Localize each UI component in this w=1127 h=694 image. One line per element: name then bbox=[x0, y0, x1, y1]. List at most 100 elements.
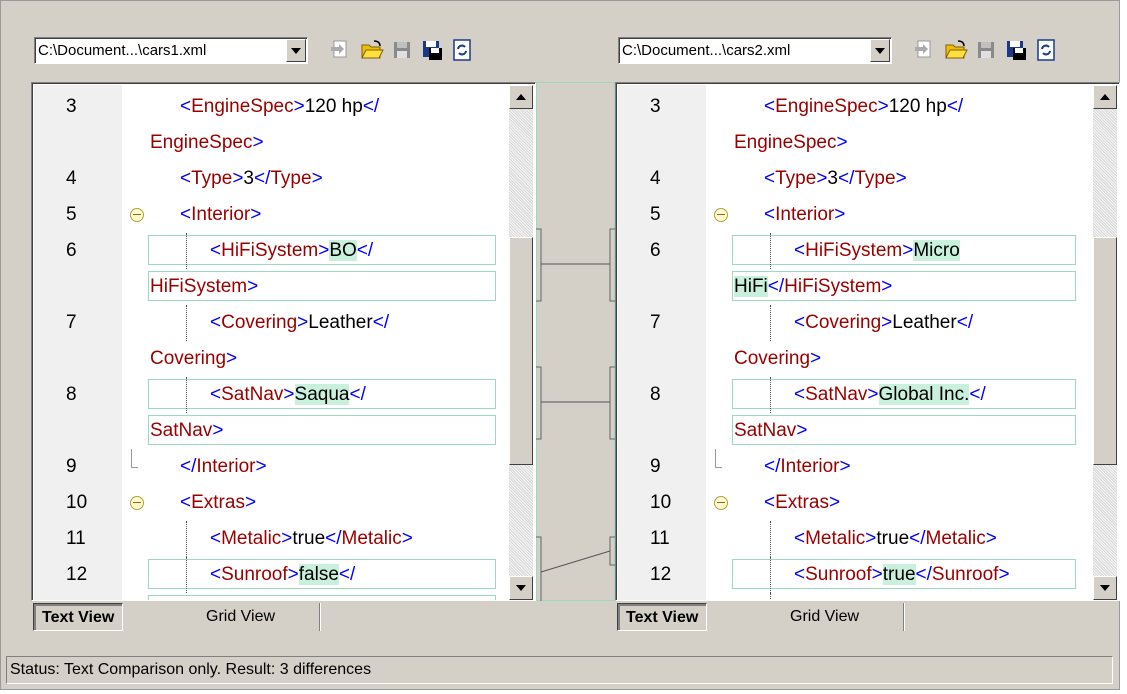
left-open-button[interactable] bbox=[359, 37, 385, 63]
xml-bracket: > bbox=[283, 384, 295, 405]
left-vertical-scrollbar[interactable] bbox=[509, 85, 533, 600]
xml-bracket: < bbox=[180, 96, 192, 117]
code-line: Sunroof> bbox=[34, 593, 504, 600]
left-text-editor[interactable]: 3 <EngineSpec>120 hp</EngineSpec> 4 <Type>3… bbox=[31, 82, 536, 601]
left-reload-button[interactable] bbox=[449, 37, 475, 63]
tab-separator bbox=[319, 603, 321, 631]
line-number: 7 bbox=[650, 312, 661, 333]
import-icon bbox=[915, 40, 931, 58]
line-number: 11 bbox=[66, 528, 86, 549]
xml-bracket: > bbox=[985, 528, 997, 549]
xml-tag-name: Type bbox=[775, 168, 817, 189]
right-text-editor[interactable]: 3 <EngineSpec>120 hp</EngineSpec> 4 <Type>3… bbox=[615, 82, 1120, 601]
collapse-icon[interactable] bbox=[130, 208, 144, 222]
right-import-button[interactable] bbox=[911, 37, 937, 63]
xml-bracket: </ bbox=[838, 168, 855, 189]
right-save-as-button[interactable] bbox=[1003, 37, 1029, 63]
left-tab-text-view[interactable]: Text View bbox=[33, 603, 124, 631]
xml-tag-name: Interior bbox=[196, 456, 256, 477]
xml-tag-name: Covering bbox=[221, 312, 298, 333]
right-scroll-down-button[interactable] bbox=[1093, 576, 1117, 600]
left-import-button[interactable] bbox=[327, 37, 353, 63]
xml-bracket: < bbox=[764, 492, 776, 513]
xml-bracket: < bbox=[210, 384, 222, 405]
code-line: 8 <SatNav>Global Inc.</ bbox=[618, 377, 1088, 413]
arrow-up-icon bbox=[1100, 94, 1110, 100]
right-tab-text-view[interactable]: Text View bbox=[617, 603, 708, 631]
left-scroll-down-button[interactable] bbox=[509, 576, 533, 600]
xml-bracket: </ bbox=[969, 384, 986, 405]
tree-guide[interactable] bbox=[714, 485, 734, 521]
tree-guide[interactable] bbox=[130, 197, 150, 233]
right-file-selector[interactable]: C:\Document...\cars2.xml bbox=[618, 37, 892, 64]
code-text: <Extras> bbox=[764, 485, 840, 521]
tree-guide bbox=[714, 341, 734, 377]
xml-bracket: </ bbox=[180, 456, 197, 477]
xml-bracket: </ bbox=[372, 312, 390, 333]
code-line: 11 <Metalic>true</Metalic> bbox=[34, 521, 504, 557]
code-text: <HiFiSystem>Micro bbox=[794, 233, 960, 269]
xml-bracket: </ bbox=[946, 96, 964, 117]
xml-tag-name: EngineSpec bbox=[775, 96, 878, 117]
code-line: EngineSpec> bbox=[618, 125, 1088, 161]
xml-bracket: > bbox=[834, 204, 846, 225]
left-save-button[interactable] bbox=[389, 37, 415, 63]
left-file-dropdown-button[interactable] bbox=[286, 39, 306, 62]
xml-bracket: > bbox=[895, 168, 907, 189]
tree-guide[interactable] bbox=[714, 197, 734, 233]
line-number: 6 bbox=[66, 240, 77, 261]
line-number: 5 bbox=[650, 204, 661, 225]
left-file-path: C:\Document...\cars1.xml bbox=[38, 42, 207, 59]
right-scroll-thumb[interactable] bbox=[1093, 237, 1117, 465]
xml-tag-name: Extras bbox=[775, 492, 829, 513]
diff-highlight-text: Micro bbox=[913, 240, 960, 261]
code-text: Covering> bbox=[150, 341, 237, 377]
collapse-icon[interactable] bbox=[714, 208, 728, 222]
xml-bracket: </ bbox=[325, 528, 342, 549]
line-number: 9 bbox=[66, 456, 77, 477]
code-text: SatNav> bbox=[734, 413, 807, 449]
xml-tag-name: Interior bbox=[780, 456, 840, 477]
xml-bracket: < bbox=[794, 384, 806, 405]
right-file-dropdown-button[interactable] bbox=[870, 39, 890, 62]
xml-bracket: > bbox=[828, 492, 841, 513]
left-scroll-up-button[interactable] bbox=[509, 85, 533, 109]
collapse-icon[interactable] bbox=[714, 496, 728, 510]
xml-bracket: > bbox=[871, 564, 883, 585]
code-line: 8 <SatNav>Saqua</ bbox=[34, 377, 504, 413]
left-file-selector[interactable]: C:\Document...\cars1.xml bbox=[34, 37, 308, 64]
tree-guide[interactable] bbox=[130, 485, 150, 521]
xml-text: true bbox=[876, 528, 910, 549]
right-open-button[interactable] bbox=[943, 37, 969, 63]
right-save-button[interactable] bbox=[973, 37, 999, 63]
xml-tag-name: Sunroof bbox=[221, 564, 288, 585]
collapse-icon[interactable] bbox=[130, 496, 144, 510]
xml-text: 3 bbox=[243, 168, 254, 189]
xml-bracket: </ bbox=[767, 276, 785, 297]
code-text: <Type>3</Type> bbox=[180, 161, 323, 197]
open-folder-icon bbox=[361, 40, 384, 59]
code-text: <SatNav>Saqua</ bbox=[210, 377, 366, 413]
save-as-icon bbox=[423, 41, 442, 60]
xml-bracket: > bbox=[232, 168, 244, 189]
left-tab-grid-view[interactable]: Grid View bbox=[206, 603, 275, 631]
left-save-as-button[interactable] bbox=[419, 37, 445, 63]
left-scroll-thumb[interactable] bbox=[509, 237, 533, 465]
tree-guide bbox=[714, 89, 734, 125]
tree-guide bbox=[130, 161, 150, 197]
xml-tag-name: HiFiSystem bbox=[221, 240, 319, 261]
xml-bracket: > bbox=[318, 240, 330, 261]
diff-highlight-text: true bbox=[882, 564, 916, 585]
code-line: SatNav> bbox=[34, 413, 504, 449]
code-line: 10 <Extras> bbox=[34, 485, 504, 521]
diff-highlight-text: HiFi bbox=[734, 276, 768, 297]
xml-tag-name: Type bbox=[854, 168, 896, 189]
right-vertical-scrollbar[interactable] bbox=[1093, 85, 1117, 600]
right-reload-button[interactable] bbox=[1033, 37, 1059, 63]
xml-bracket: > bbox=[881, 312, 893, 333]
right-scroll-up-button[interactable] bbox=[1093, 85, 1117, 109]
xml-text: 120 hp bbox=[304, 96, 363, 117]
code-line: 5 <Interior> bbox=[618, 197, 1088, 233]
right-tab-grid-view[interactable]: Grid View bbox=[790, 603, 859, 631]
xml-bracket: </ bbox=[915, 564, 932, 585]
